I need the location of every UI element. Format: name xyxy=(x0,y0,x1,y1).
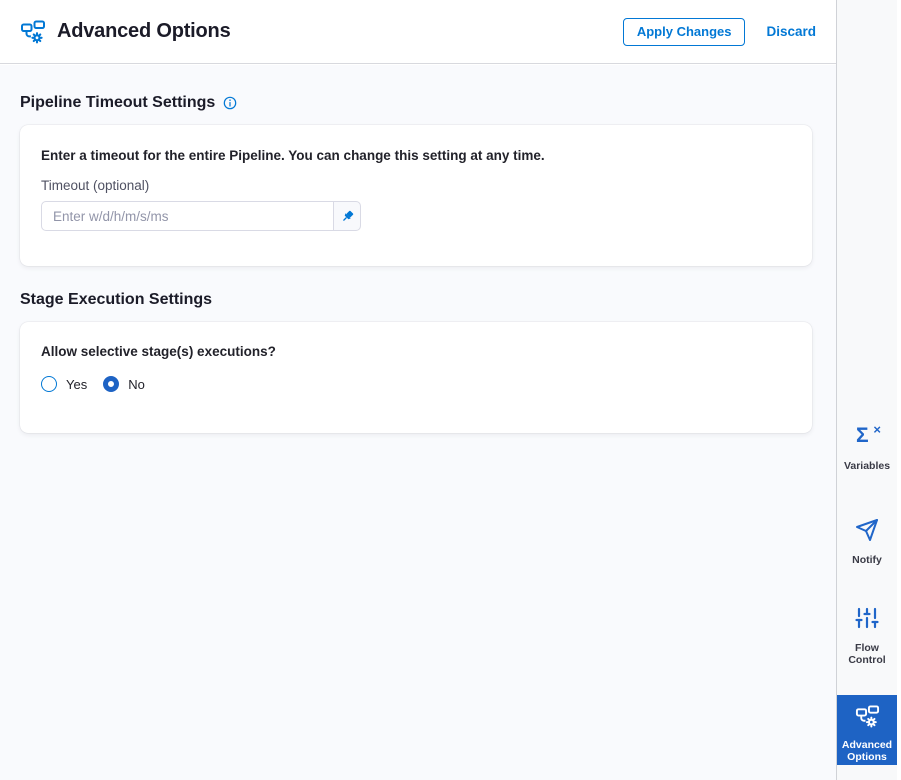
timeout-description: Enter a timeout for the entire Pipeline.… xyxy=(41,148,545,163)
sidebar-item-label: Notify xyxy=(852,554,882,566)
main-content: Pipeline Timeout Settings Enter a timeou… xyxy=(0,65,836,780)
apply-changes-button[interactable]: Apply Changes xyxy=(622,17,746,46)
timeout-label: Timeout (optional) xyxy=(41,178,150,193)
pushpin-icon xyxy=(340,209,355,224)
sigma-x-icon: Σ × xyxy=(856,422,881,447)
sidebar-item-advanced-options[interactable]: Advanced Options xyxy=(837,695,897,765)
advanced-options-panel: { "colors": { "accent": "#0278d5", "tile… xyxy=(0,0,901,780)
pipeline-timeout-heading: Pipeline Timeout Settings xyxy=(20,94,812,112)
sidebar-item-flow-control[interactable]: Flow Control xyxy=(837,606,897,666)
stage-execution-heading: Stage Execution Settings xyxy=(20,291,812,309)
stage-execution-heading-label: Stage Execution Settings xyxy=(20,291,213,308)
sidebar-item-notify[interactable]: Notify xyxy=(837,518,897,566)
info-icon[interactable] xyxy=(223,96,237,110)
stage-execution-card: Allow selective stage(s) executions? Yes… xyxy=(20,322,812,433)
radio-label-yes: Yes xyxy=(66,376,88,392)
radio-option-no[interactable]: No xyxy=(103,376,145,392)
sidebar-item-label: Flow Control xyxy=(848,642,886,666)
timeout-input-group xyxy=(41,201,361,231)
selective-execution-radio-group: Yes No xyxy=(41,376,791,392)
timeout-input[interactable] xyxy=(41,201,334,231)
page-title: Advanced Options xyxy=(57,20,231,42)
header-actions: Apply Changes Discard xyxy=(622,17,816,46)
sidebar-item-label: Variables xyxy=(843,460,891,472)
pin-button[interactable] xyxy=(333,201,361,231)
radio-option-yes[interactable]: Yes xyxy=(41,376,87,392)
selective-execution-question: Allow selective stage(s) executions? xyxy=(41,344,276,359)
right-sidebar: Σ × Variables Notify Flow Control Advanc… xyxy=(836,0,897,780)
radio-circle-no xyxy=(103,376,120,392)
pipeline-gear-icon xyxy=(855,704,880,729)
pipeline-gear-icon xyxy=(20,19,46,45)
pipeline-timeout-heading-label: Pipeline Timeout Settings xyxy=(20,94,216,111)
paper-plane-icon xyxy=(855,518,879,542)
discard-button[interactable]: Discard xyxy=(766,24,816,39)
pipeline-timeout-card: Enter a timeout for the entire Pipeline.… xyxy=(20,125,812,266)
sidebar-item-label: Advanced Options xyxy=(841,739,893,763)
panel-header: Advanced Options Apply Changes Discard xyxy=(0,0,836,64)
radio-label-no: No xyxy=(128,376,145,392)
sliders-icon xyxy=(855,606,879,630)
sidebar-item-variables[interactable]: Σ × Variables xyxy=(837,422,897,472)
radio-circle-yes xyxy=(41,376,57,392)
